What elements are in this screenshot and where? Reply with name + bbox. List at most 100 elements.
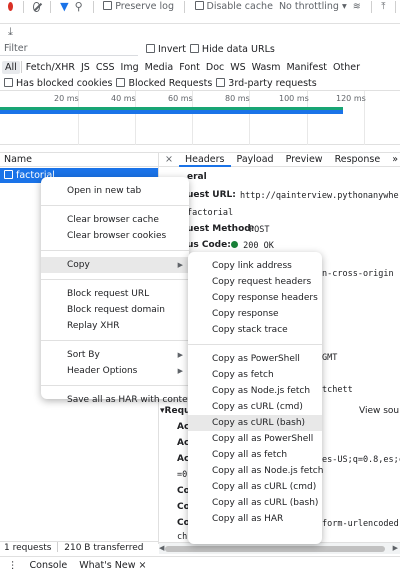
scroll-right-icon[interactable]: ▶ (393, 544, 398, 552)
menu-item-copy-stack-trace[interactable]: Copy stack trace (188, 322, 322, 338)
menu-separator (41, 250, 189, 251)
menu-item-header-options[interactable]: Header Options ▶ (41, 363, 189, 379)
type-filter-other[interactable]: Other (330, 61, 363, 74)
context-menu: Open in new tab Clear browser cache Clea… (41, 177, 197, 405)
menu-item-block-request-domain[interactable]: Block request domain (41, 302, 189, 318)
tab-payload[interactable]: Payload (231, 153, 280, 167)
type-filter-img[interactable]: Img (118, 61, 142, 74)
menu-item-copy-link-address[interactable]: Copy link address (188, 258, 322, 274)
hide-data-urls-checkbox[interactable]: Hide data URLs (189, 43, 275, 55)
clear-icon[interactable] (33, 1, 40, 12)
search-icon[interactable]: ⚲ (75, 0, 83, 13)
record-icon[interactable] (8, 2, 13, 11)
type-filter-media[interactable]: Media (142, 61, 177, 74)
menu-item-copy-as-nodejs-fetch[interactable]: Copy as Node.js fetch (188, 383, 322, 399)
tab-headers[interactable]: Headers (178, 153, 231, 167)
menu-item-label: Save all as HAR with content (67, 395, 197, 405)
disable-cache-label: Disable cache (206, 1, 273, 12)
menu-item-copy-all-as-fetch[interactable]: Copy all as fetch (188, 447, 322, 463)
menu-item-copy-all-as-har[interactable]: Copy all as HAR (188, 511, 322, 527)
checkbox-box[interactable] (194, 1, 204, 10)
checkbox-box[interactable] (103, 1, 113, 10)
scrollbar-thumb[interactable] (165, 546, 385, 552)
menu-item-clear-browser-cookies[interactable]: Clear browser cookies (41, 228, 189, 244)
referrer-policy-value: n-cross-origin (322, 269, 394, 279)
checkbox-box[interactable] (4, 77, 13, 87)
menu-item-sort-by[interactable]: Sort By ▶ (41, 347, 189, 363)
close-icon[interactable]: × (159, 154, 179, 165)
timeline-tick-label: 40 ms (111, 94, 136, 103)
export-har-icon[interactable]: ⤓ (8, 25, 13, 38)
import-har-icon[interactable]: ⤒ (381, 1, 385, 12)
menu-item-copy-as-fetch[interactable]: Copy as fetch (188, 367, 322, 383)
tab-preview[interactable]: Preview (280, 153, 329, 167)
menu-item-copy-as-curl-bash[interactable]: Copy as cURL (bash) (188, 415, 322, 431)
menu-item-copy[interactable]: Copy ▶ (41, 257, 189, 273)
menu-item-copy-all-as-curl-bash[interactable]: Copy all as cURL (bash) (188, 495, 322, 511)
name-column-header[interactable]: Name (0, 152, 158, 167)
type-filter-css[interactable]: CSS (93, 61, 118, 74)
type-filter-doc[interactable]: Doc (203, 61, 227, 74)
chevron-down-icon: ▾ (341, 1, 347, 12)
disable-cache-checkbox[interactable]: Disable cache (194, 1, 273, 12)
checkbox-box[interactable] (216, 77, 226, 87)
request-checkbox[interactable] (4, 170, 13, 179)
network-conditions-icon[interactable]: ≋ (353, 1, 361, 12)
type-filter-js[interactable]: JS (78, 61, 93, 74)
close-icon[interactable]: × (139, 560, 147, 571)
drawer-menu-icon[interactable]: ⋮ (8, 560, 18, 571)
third-party-checkbox[interactable]: 3rd-party requests (216, 77, 317, 89)
menu-item-copy-as-curl-cmd[interactable]: Copy as cURL (cmd) (188, 399, 322, 415)
network-summary: 1 requests 210 B transferred (0, 541, 158, 555)
blocked-filter-bar: Has blocked cookies Blocked Requests 3rd… (0, 76, 400, 91)
status-code-value: 200 OK (231, 241, 274, 251)
filter-icon[interactable]: ▼ (60, 0, 68, 13)
preserve-log-checkbox[interactable]: Preserve log (103, 1, 174, 12)
type-filter-manifest[interactable]: Manifest (283, 61, 330, 74)
menu-item-copy-request-headers[interactable]: Copy request headers (188, 274, 322, 290)
request-method-value: POST (249, 225, 270, 235)
menu-item-replay-xhr[interactable]: Replay XHR (41, 318, 189, 334)
checkbox-box[interactable] (116, 77, 126, 87)
menu-item-open-in-new-tab[interactable]: Open in new tab (41, 183, 189, 199)
type-filter-font[interactable]: Font (176, 61, 203, 74)
type-filter-wasm[interactable]: Wasm (249, 61, 284, 74)
throttling-value: No throttling (278, 1, 339, 12)
toolbar-divider (92, 0, 94, 13)
checkbox-box[interactable] (189, 43, 199, 53)
copy-submenu: Copy link address Copy request headers C… (188, 252, 323, 544)
checkbox-box[interactable] (146, 43, 155, 53)
filter-input[interactable] (0, 42, 138, 56)
menu-item-copy-response[interactable]: Copy response (188, 306, 322, 322)
content-type-value: form-urlencoded; (322, 519, 400, 529)
menu-item-copy-as-powershell[interactable]: Copy as PowerShell (188, 351, 322, 367)
header-value: ch (177, 532, 188, 542)
menu-item-label: Block request domain (67, 305, 165, 315)
invert-checkbox[interactable]: Invert (146, 43, 186, 55)
view-source-link[interactable]: View sou (359, 406, 399, 416)
request-method-label: uest Method: (187, 224, 255, 234)
tab-response[interactable]: Response (329, 153, 387, 167)
throttling-select[interactable]: No throttling ▾ (279, 1, 347, 12)
tab-console[interactable]: Console (30, 560, 68, 571)
menu-item-copy-response-headers[interactable]: Copy response headers (188, 290, 322, 306)
menu-item-save-all-as-har[interactable]: Save all as HAR with content (41, 392, 197, 408)
type-filter-ws[interactable]: WS (227, 61, 248, 74)
tab-whats-new[interactable]: What's New × (79, 560, 146, 571)
menu-item-block-request-url[interactable]: Block request URL (41, 286, 189, 302)
type-filter-all[interactable]: All (2, 60, 20, 74)
menu-item-copy-all-as-nodejs-fetch[interactable]: Copy all as Node.js fetch (188, 463, 323, 479)
menu-item-copy-all-as-powershell[interactable]: Copy all as PowerShell (188, 431, 322, 447)
request-url-value: http://qainterview.pythonanywhere.c (240, 191, 400, 201)
type-filter-fetch-xhr[interactable]: Fetch/XHR (23, 61, 78, 74)
general-section-header[interactable]: eral (187, 172, 207, 182)
menu-item-label: Clear browser cookies (67, 231, 167, 241)
blocked-requests-label: Blocked Requests (128, 77, 213, 89)
menu-item-clear-browser-cache[interactable]: Clear browser cache (41, 212, 189, 228)
more-tabs-icon[interactable]: » (386, 153, 400, 167)
has-blocked-cookies-checkbox[interactable]: Has blocked cookies (4, 77, 112, 89)
timeline-overview[interactable]: 20 ms 40 ms 60 ms 80 ms 100 ms 120 ms (0, 91, 400, 145)
scroll-left-icon[interactable]: ◀ (159, 544, 164, 552)
menu-item-copy-all-as-curl-cmd[interactable]: Copy all as cURL (cmd) (188, 479, 322, 495)
blocked-requests-checkbox[interactable]: Blocked Requests (116, 77, 213, 89)
